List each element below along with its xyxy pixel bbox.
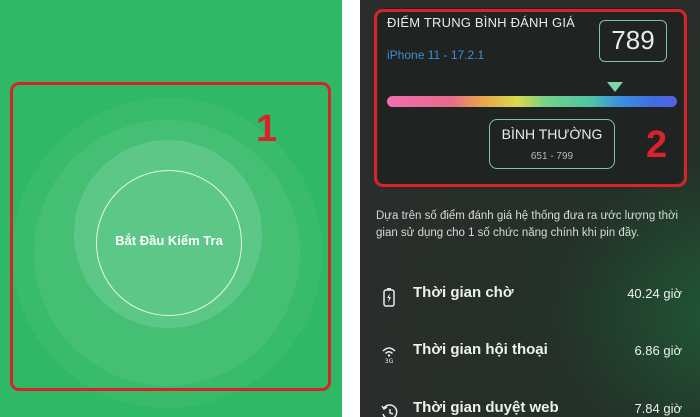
step-marker-2: 2 — [646, 124, 668, 166]
feature-name: Thời gian hội thoại — [413, 341, 548, 358]
estimate-description: Dựa trên số điểm đánh giá hệ thống đưa r… — [376, 210, 679, 239]
history-icon — [380, 402, 398, 417]
3g-signal-icon: 3G — [380, 344, 398, 365]
screenshot-stage: Bắt Đầu Kiểm Tra 1 ĐIỂM TRUNG BÌNH ĐÁNH … — [0, 0, 700, 417]
feature-row-talk: 3G Thời gian hội thoại 6.86 giờ — [376, 338, 686, 368]
panel-divider — [342, 0, 360, 417]
feature-name: Thời gian duyệt web — [413, 399, 559, 416]
feature-value: 40.24 giờ — [627, 286, 682, 301]
highlight-box-2 — [374, 9, 687, 187]
battery-charging-icon — [380, 287, 398, 307]
feature-value: 7.84 giờ — [634, 401, 682, 416]
feature-name: Thời gian chờ — [413, 284, 514, 301]
feature-row-web: Thời gian duyệt web 7.84 giờ — [376, 396, 686, 417]
feature-value: 6.86 giờ — [634, 343, 682, 358]
svg-text:3G: 3G — [385, 358, 394, 364]
step-marker-1: 1 — [256, 108, 278, 150]
highlight-box-1 — [10, 82, 331, 391]
feature-row-standby: Thời gian chờ 40.24 giờ — [376, 281, 686, 311]
